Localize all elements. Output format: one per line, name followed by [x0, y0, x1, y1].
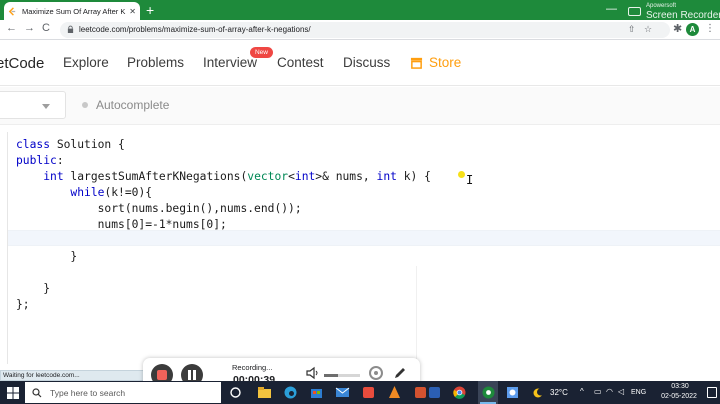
minimize-window-icon[interactable]: — — [606, 3, 617, 15]
tray-expand-icon[interactable]: ^ — [580, 387, 584, 396]
camera-icon — [628, 7, 641, 16]
language-select[interactable] — [0, 91, 66, 119]
lock-icon — [67, 25, 74, 33]
code-line: class Solution { — [16, 138, 125, 151]
volume-icon[interactable]: ◁ — [618, 387, 624, 396]
back-icon[interactable]: ← — [6, 22, 17, 34]
audio-level-fill — [324, 374, 339, 377]
autocomplete-label: Autocomplete — [96, 98, 170, 112]
weather-icon[interactable] — [532, 386, 546, 400]
nav-discuss[interactable]: Discuss — [343, 55, 390, 70]
temperature: 32°C — [550, 388, 568, 397]
pause-icon — [193, 370, 196, 380]
input-language[interactable]: ENG — [631, 389, 646, 396]
nav-explore[interactable]: Explore — [63, 55, 109, 70]
reload-icon[interactable]: C — [42, 22, 50, 34]
store-icon — [410, 57, 423, 69]
edge-icon[interactable] — [283, 385, 298, 400]
recording-status: Recording... — [232, 363, 273, 372]
task-view-icon[interactable] — [228, 385, 243, 400]
leetcode-navbar: etCode Explore Problems Interview Contes… — [0, 40, 720, 86]
vlc-icon[interactable] — [387, 385, 402, 400]
stop-icon — [157, 370, 167, 380]
browser-toolbar: ← → C leetcode.com/problems/maximize-sum… — [0, 20, 720, 40]
browser-tab[interactable]: Maximize Sum Of Array After K N ✕ — [4, 2, 140, 20]
file-explorer-icon[interactable] — [257, 385, 272, 400]
network-icon[interactable]: ▭ — [594, 387, 602, 396]
new-badge: New — [250, 47, 273, 58]
code-line: int largestSumAfterKNegations(vector<int… — [43, 170, 431, 183]
chrome-icon[interactable] — [452, 385, 467, 400]
code-line: nums[0]=-1*nums[0]; — [16, 218, 227, 231]
clock-date[interactable]: 02-05-2022 — [655, 393, 703, 400]
chrome-icon-active[interactable] — [481, 385, 496, 400]
bookmark-star-icon[interactable]: ☆ — [644, 24, 652, 35]
nav-interview[interactable]: Interview — [203, 55, 257, 70]
code-editor[interactable]: class Solution { public: int largestSumAf… — [0, 126, 720, 370]
code-line: public: — [16, 154, 64, 167]
nav-problems[interactable]: Problems — [127, 55, 184, 70]
code-line: sort(nums.begin(),nums.end()); — [16, 202, 302, 215]
powerpoint-icon[interactable] — [413, 385, 428, 400]
leetcode-logo[interactable]: etCode — [0, 55, 44, 72]
windows-taskbar: Type here to search 32°C ^ ▭ ◠ ◁ ENG 03:… — [0, 381, 720, 404]
search-icon — [32, 387, 42, 397]
mail-icon[interactable] — [335, 385, 350, 400]
clock-time[interactable]: 03:30 — [660, 383, 700, 390]
page-load-status: Waiting for leetcode.com... — [0, 370, 152, 381]
code-line: }; — [16, 298, 30, 311]
chevron-down-icon — [42, 104, 50, 109]
taskbar-search-box[interactable]: Type here to search — [25, 382, 221, 403]
code-line: } — [16, 282, 51, 295]
audio-level-slider[interactable] — [324, 374, 360, 377]
editor-ruler — [416, 266, 417, 366]
app-icon[interactable] — [361, 385, 376, 400]
editor-gutter-divider — [7, 132, 8, 364]
browser-tab-title: Maximize Sum Of Array After K N — [22, 6, 127, 16]
pen-annotate-icon[interactable] — [393, 366, 407, 380]
share-icon[interactable]: ⇧ — [628, 24, 636, 35]
editor-toolbar: Autocomplete — [0, 87, 720, 125]
paint-icon[interactable] — [505, 385, 520, 400]
speaker-icon[interactable] — [305, 366, 319, 380]
code-line: while(k!=0){ — [70, 186, 153, 199]
profile-avatar[interactable]: A — [686, 23, 699, 36]
nav-contest[interactable]: Contest — [277, 55, 324, 70]
new-tab-button[interactable]: + — [146, 2, 154, 18]
url-text: leetcode.com/problems/maximize-sum-of-ar… — [79, 25, 311, 34]
autocomplete-toggle[interactable] — [82, 102, 88, 108]
search-placeholder: Type here to search — [50, 387, 126, 398]
extensions-icon[interactable]: ✱ — [673, 22, 682, 35]
leetcode-favicon-icon — [8, 6, 16, 16]
browser-tab-strip: Maximize Sum Of Array After K N ✕ + — Ap… — [0, 0, 720, 21]
webcam-icon[interactable] — [369, 366, 383, 380]
pause-icon — [188, 370, 191, 380]
nav-store[interactable]: Store — [429, 55, 461, 70]
notification-icon[interactable] — [707, 387, 717, 398]
store-app-icon[interactable] — [309, 385, 324, 400]
address-bar[interactable]: leetcode.com/problems/maximize-sum-of-ar… — [60, 22, 670, 38]
forward-icon[interactable]: → — [24, 22, 35, 34]
text-cursor-icon: I — [466, 173, 474, 187]
webcam-lens — [374, 371, 378, 375]
tab-close-icon[interactable]: ✕ — [129, 7, 136, 16]
watermark-brand: Apowersoft — [646, 3, 677, 9]
windows-start-icon[interactable] — [7, 387, 19, 399]
wifi-icon[interactable]: ◠ — [606, 387, 613, 396]
code-line: } — [16, 250, 78, 263]
cursor-highlight-dot — [458, 171, 465, 178]
word-icon[interactable] — [427, 385, 442, 400]
browser-menu-icon[interactable]: ⋮ — [705, 23, 715, 34]
